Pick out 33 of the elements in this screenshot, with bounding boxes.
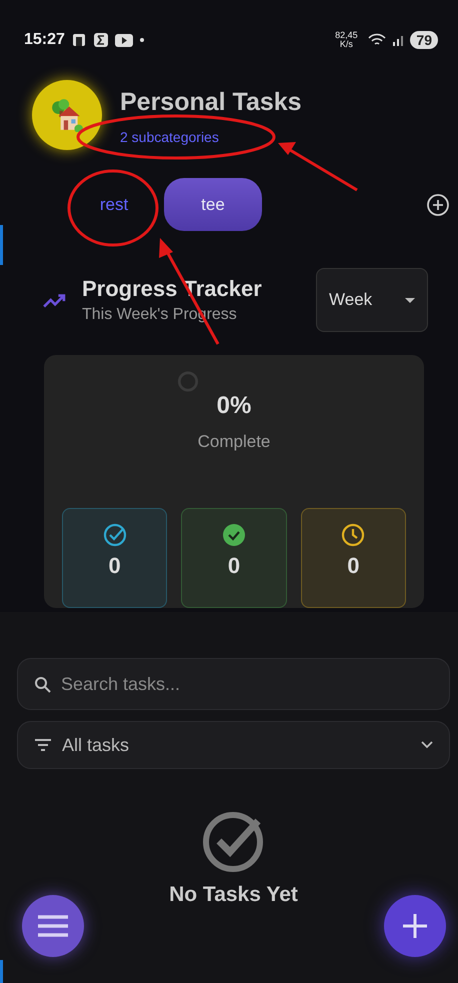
check-circle-icon [102, 523, 127, 547]
check-circle-icon [202, 811, 264, 873]
stat-count: 0 [347, 553, 360, 579]
stat-count: 0 [228, 553, 240, 579]
plus-icon [403, 914, 427, 938]
check-circle-icon [222, 523, 246, 547]
clock-icon [341, 523, 366, 547]
subcategory-count: 2 subcategories [120, 129, 220, 145]
clock-time: 15:27 [24, 31, 65, 49]
menu-icon [36, 914, 70, 938]
network-speed: 82,45 K/s [334, 31, 359, 49]
search-field[interactable]: Search tasks... [17, 658, 450, 710]
empty-state-title: No Tasks Yet [169, 883, 298, 907]
filter-dropdown[interactable]: All tasks [17, 721, 450, 769]
edge-marker [0, 960, 3, 983]
period-dropdown[interactable]: Week [316, 268, 428, 332]
chevron-down-icon [421, 741, 433, 749]
video-icon [114, 32, 133, 48]
progress-percent: 0% [216, 392, 252, 420]
house-icon [50, 98, 84, 132]
sigma-icon [92, 32, 109, 48]
subcategory-chip[interactable]: tee [164, 178, 262, 231]
search-icon [34, 676, 51, 693]
progress-caption: Complete [198, 432, 270, 452]
edge-marker [0, 225, 3, 265]
dot-icon [138, 37, 145, 43]
filter-icon [34, 738, 52, 752]
sim-icon [70, 32, 87, 48]
battery-level: 79 [410, 31, 438, 49]
add-circle-icon[interactable] [426, 192, 450, 216]
dropdown-caret-icon [405, 298, 415, 302]
stat-count: 0 [108, 553, 121, 579]
category-title: Personal Tasks [120, 88, 302, 117]
